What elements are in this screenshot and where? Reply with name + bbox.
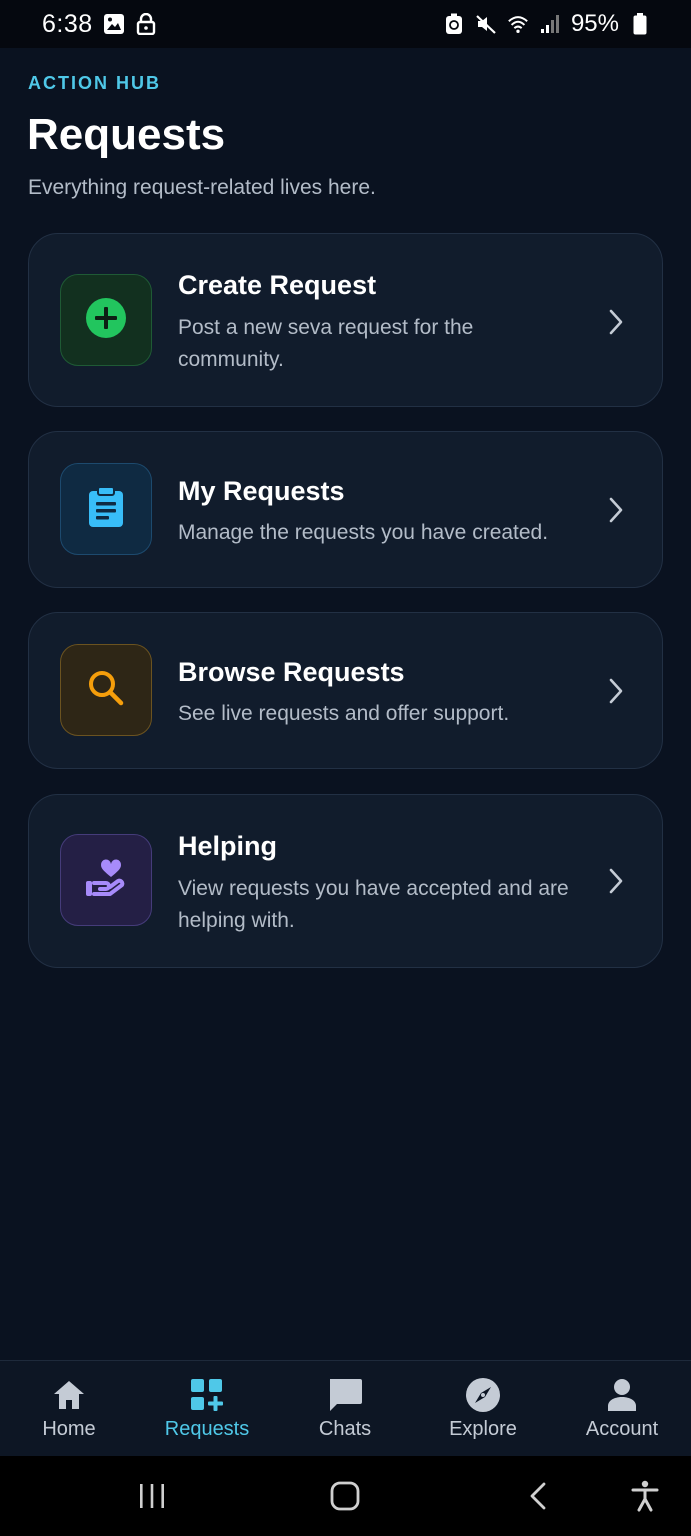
card-title: Create Request <box>178 270 377 300</box>
card-title: My Requests <box>178 476 345 506</box>
status-time: 6:38 <box>42 9 93 38</box>
card-description: Manage the requests you have created. <box>178 521 549 544</box>
wifi-icon <box>507 13 529 35</box>
account-icon <box>604 1377 640 1413</box>
search-icon <box>86 668 126 713</box>
my-requests-card[interactable]: My Requests Manage the requests you have… <box>28 431 663 588</box>
nav-requests[interactable]: Requests <box>147 1361 267 1457</box>
helping-icon-box <box>60 834 152 926</box>
chevron-right-icon <box>606 496 626 524</box>
home-icon <box>51 1377 87 1413</box>
clipboard-icon <box>87 485 125 533</box>
battery-percentage: 95% <box>570 10 619 37</box>
system-navigation-bar <box>0 1456 691 1536</box>
nav-explore[interactable]: Explore <box>423 1361 543 1457</box>
back-icon[interactable] <box>526 1478 550 1514</box>
create-request-icon-box <box>60 274 152 366</box>
nav-label: Requests <box>164 1418 250 1440</box>
nav-label: Explore <box>449 1418 517 1440</box>
status-bar: 6:38 95% <box>0 0 691 48</box>
chevron-right-icon <box>606 677 626 705</box>
status-right: 95% <box>443 10 651 38</box>
chevron-right-icon <box>606 308 626 336</box>
nav-chats[interactable]: Chats <box>285 1361 405 1457</box>
nav-label: Home <box>42 1418 96 1440</box>
section-eyebrow: ACTION HUB <box>28 73 161 93</box>
nav-home[interactable]: Home <box>9 1361 129 1457</box>
my-requests-icon-box <box>60 463 152 555</box>
data-saver-icon <box>443 13 465 35</box>
page-subtitle: Everything request-related lives here. <box>28 176 376 199</box>
chat-icon <box>327 1377 363 1413</box>
helping-card[interactable]: Helping View requests you have accepted … <box>28 794 663 968</box>
battery-icon <box>629 13 651 35</box>
nav-label: Account <box>585 1418 659 1440</box>
signal-icon <box>539 13 561 35</box>
bottom-navigation: Home Requests Chats Explore Account <box>0 1360 691 1456</box>
card-description: See live requests and offer support. <box>178 702 510 725</box>
create-request-card[interactable]: Create Request Post a new seva request f… <box>28 233 663 407</box>
browse-requests-card[interactable]: Browse Requests See live requests and of… <box>28 612 663 769</box>
gallery-icon <box>103 13 125 35</box>
nav-account[interactable]: Account <box>562 1361 682 1457</box>
nav-label: Chats <box>318 1418 372 1440</box>
grid-plus-icon <box>189 1377 225 1413</box>
mute-icon <box>475 13 497 35</box>
home-button-icon[interactable] <box>330 1478 360 1514</box>
recent-apps-icon[interactable] <box>138 1478 166 1514</box>
page-title: Requests <box>27 110 226 159</box>
card-title: Browse Requests <box>178 657 405 687</box>
lock-icon <box>135 13 157 35</box>
card-description: Post a new seva request for the communit… <box>178 316 474 371</box>
add-circle-icon <box>85 297 127 344</box>
card-description: View requests you have accepted and are … <box>178 877 569 932</box>
compass-icon <box>465 1377 501 1413</box>
chevron-right-icon <box>606 867 626 895</box>
status-left: 6:38 <box>42 10 157 39</box>
browse-requests-icon-box <box>60 644 152 736</box>
card-title: Helping <box>178 831 277 861</box>
helping-hand-heart-icon <box>84 857 128 904</box>
accessibility-icon[interactable] <box>630 1478 660 1514</box>
